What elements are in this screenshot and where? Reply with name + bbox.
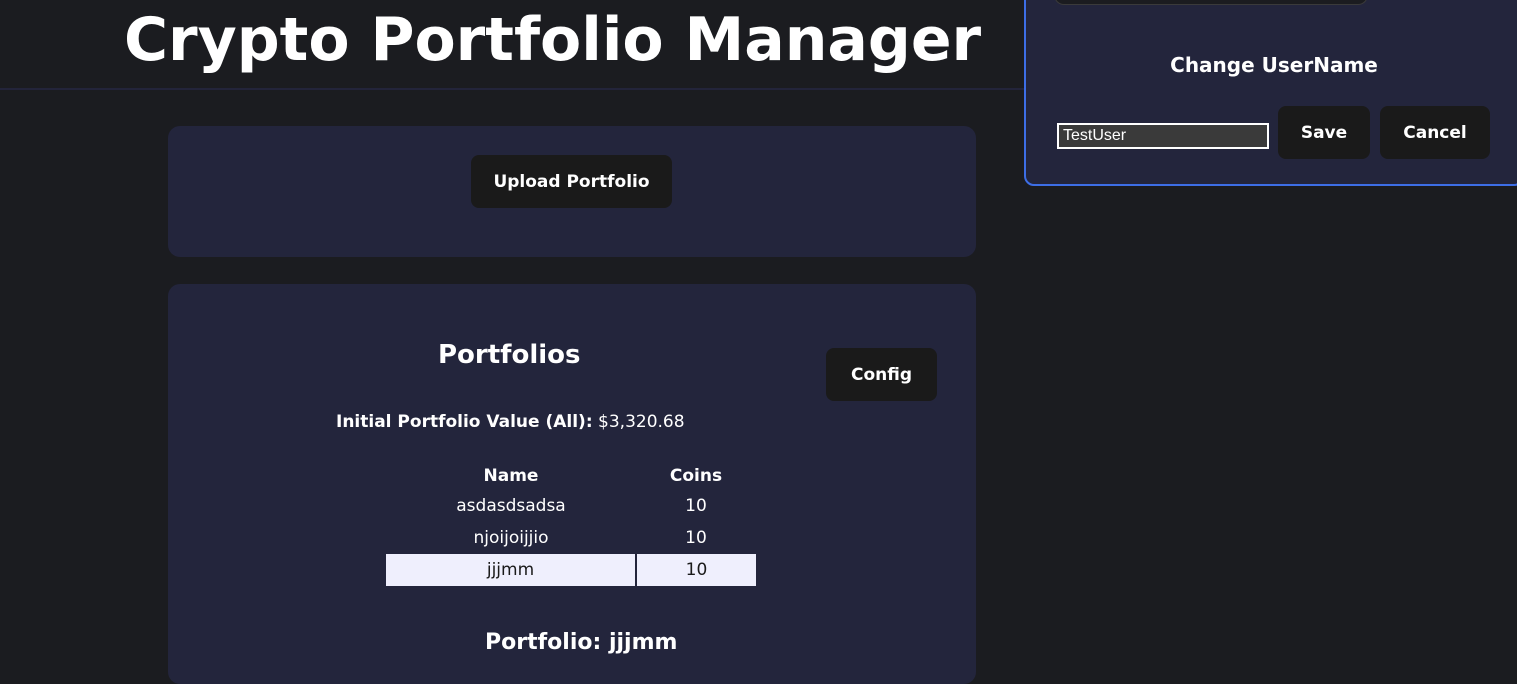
- upload-card: Upload Portfolio: [168, 126, 976, 257]
- column-header-coins: Coins: [669, 466, 723, 486]
- dialog-title: Change UserName: [1170, 53, 1378, 77]
- table-row[interactable]: asdasdsadsa 10: [386, 490, 756, 522]
- table-row-selected[interactable]: jjjmm 10: [386, 554, 756, 586]
- app-title: Crypto Portfolio Manager: [124, 5, 982, 75]
- initial-value-amount: $3,320.68: [598, 412, 685, 432]
- table-header-row: Name Coins: [386, 462, 756, 490]
- column-header-name: Name: [483, 466, 539, 486]
- portfolio-name-cell: jjjmm: [386, 554, 636, 586]
- username-input[interactable]: [1057, 123, 1269, 149]
- dialog-top-element: [1054, 0, 1368, 5]
- portfolio-coins-cell: 10: [685, 496, 707, 516]
- cancel-button[interactable]: Cancel: [1380, 106, 1490, 159]
- portfolios-heading-text: Portfolios: [438, 340, 581, 370]
- save-button[interactable]: Save: [1278, 106, 1370, 159]
- portfolio-coins-cell: 10: [685, 528, 707, 548]
- portfolio-name-cell: njoijoijjio: [473, 528, 549, 548]
- portfolios-table: Name Coins asdasdsadsa 10 njoijoijjio 10…: [386, 462, 756, 586]
- initial-portfolio-value: Initial Portfolio Value (All): $3,320.68: [336, 412, 685, 432]
- portfolio-coins-cell: 10: [635, 554, 756, 586]
- table-row[interactable]: njoijoijjio 10: [386, 522, 756, 554]
- config-button[interactable]: Config: [826, 348, 937, 401]
- portfolios-card: Portfolios Config Initial Portfolio Valu…: [168, 284, 976, 684]
- change-username-dialog: Change UserName Save Cancel: [1024, 0, 1517, 186]
- upload-portfolio-button[interactable]: Upload Portfolio: [471, 155, 672, 208]
- initial-value-label: Initial Portfolio Value (All):: [336, 412, 593, 432]
- portfolio-name-cell: asdasdsadsa: [456, 496, 566, 516]
- selected-portfolio-title-text: Portfolio: jjjmm: [485, 630, 678, 655]
